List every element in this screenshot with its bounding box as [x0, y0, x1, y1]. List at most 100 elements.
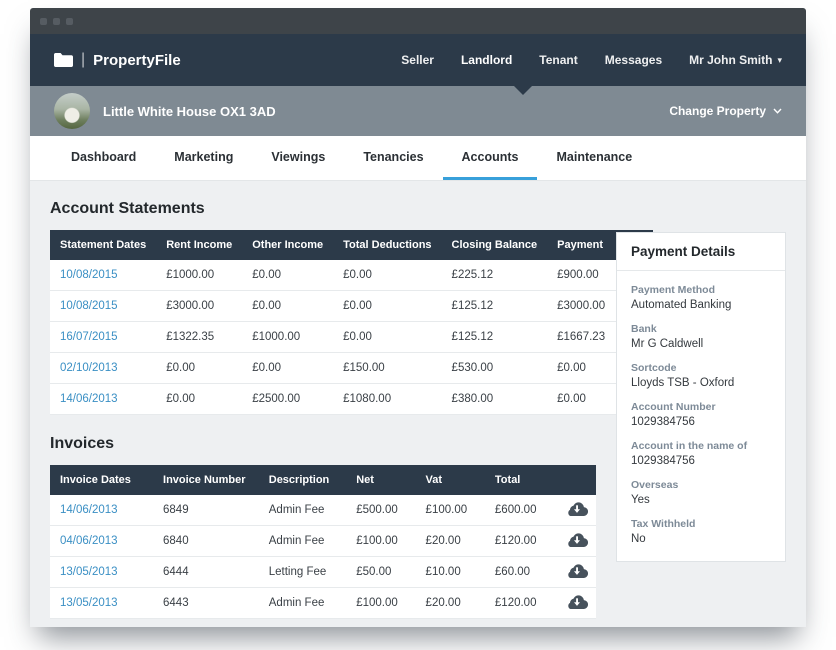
payment-field-bank: Bank Mr G Caldwell [631, 323, 771, 350]
browser-titlebar [30, 8, 806, 34]
nav-item-seller[interactable]: Seller [401, 53, 434, 67]
property-avatar [54, 93, 90, 129]
nav-item-label: Tenant [539, 53, 577, 67]
window-dot-icon [40, 18, 47, 25]
table-cell: £1322.35 [156, 322, 242, 353]
table-cell: £125.12 [442, 291, 548, 322]
field-value: 1029384756 [631, 416, 771, 428]
table-cell: £0.00 [547, 353, 615, 384]
column-header-total: Total [485, 465, 558, 495]
window-dot-icon [66, 18, 73, 25]
actions-cell [558, 557, 596, 588]
table-row: 04/06/20136840Admin Fee£100.00£20.00£120… [50, 526, 596, 557]
table-cell: £380.00 [442, 384, 548, 415]
tab-bar: DashboardMarketingViewingsTenanciesAccou… [30, 136, 806, 181]
actions-cell [558, 495, 596, 526]
tab-tenancies[interactable]: Tenancies [344, 136, 442, 180]
actions-cell [558, 588, 596, 619]
field-value: Lloyds TSB - Oxford [631, 377, 771, 389]
date-link[interactable]: 13/05/2013 [60, 597, 118, 609]
nav-item-label: Landlord [461, 53, 512, 67]
tab-marketing[interactable]: Marketing [155, 136, 252, 180]
payment-field-tax-withheld: Tax WithheldNo [631, 518, 771, 545]
field-value: Mr G Caldwell [631, 338, 771, 350]
table-cell: £50.00 [346, 557, 415, 588]
nav-item-messages[interactable]: Messages [605, 53, 662, 67]
payment-details-panel: Payment Details Payment MethodAutomated … [616, 232, 786, 562]
table-cell: 13/05/2013 [50, 588, 153, 619]
accounts-column: Account Statements Statement DatesRent I… [50, 199, 596, 619]
table-cell: £100.00 [346, 526, 415, 557]
table-cell: 10/08/2015 [50, 260, 156, 291]
table-cell: £1000.00 [242, 322, 333, 353]
payment-field-payment-method: Payment MethodAutomated Banking [631, 284, 771, 311]
table-cell: 6444 [153, 557, 259, 588]
field-label: Tax Withheld [631, 518, 771, 530]
cloud-download-icon[interactable] [566, 532, 588, 547]
table-cell: 13/05/2013 [50, 557, 153, 588]
nav-item-label: Messages [605, 53, 662, 67]
table-cell: £225.12 [442, 260, 548, 291]
main-content: Account Statements Statement DatesRent I… [30, 181, 806, 627]
column-header-statement-dates: Statement Dates [50, 230, 156, 260]
field-label: Account Number [631, 401, 771, 413]
field-label: Bank [631, 323, 771, 335]
app-header: | PropertyFile SellerLandlordTenantMessa… [30, 34, 806, 86]
logo-divider: | [81, 51, 85, 69]
chevron-down-icon: ▾ [777, 56, 782, 65]
column-header-actions [558, 465, 596, 495]
table-cell: £1667.23 [547, 322, 615, 353]
nav-item-mr-john-smith[interactable]: Mr John Smith▾ [689, 53, 782, 67]
column-header-total-deductions: Total Deductions [333, 230, 441, 260]
table-cell: £0.00 [156, 353, 242, 384]
date-link[interactable]: 04/06/2013 [60, 535, 118, 547]
table-row: 14/06/20136849Admin Fee£500.00£100.00£60… [50, 495, 596, 526]
top-nav: Seller Landlord Tenant Messages Mr John Smit… [401, 53, 782, 67]
table-cell: Admin Fee [259, 588, 346, 619]
column-header-invoice-number: Invoice Number [153, 465, 259, 495]
date-link[interactable]: 10/08/2015 [60, 300, 118, 312]
table-cell: £0.00 [333, 291, 441, 322]
table-cell: £120.00 [485, 526, 558, 557]
tab-viewings[interactable]: Viewings [252, 136, 344, 180]
column-header-other-income: Other Income [242, 230, 333, 260]
table-cell: 6443 [153, 588, 259, 619]
table-cell: £120.00 [485, 588, 558, 619]
active-nav-pointer [514, 86, 532, 95]
table-row: 10/08/2015£1000.00£0.00£0.00£225.12£900.… [50, 260, 653, 291]
field-value: Yes [631, 494, 771, 506]
nav-item-label: Seller [401, 53, 434, 67]
table-cell: £0.00 [333, 322, 441, 353]
table-cell: £900.00 [547, 260, 615, 291]
table-row: 13/05/20136444Letting Fee£50.00£10.00£60… [50, 557, 596, 588]
date-link[interactable]: 10/08/2015 [60, 269, 118, 281]
date-link[interactable]: 13/05/2013 [60, 566, 118, 578]
column-header-vat: Vat [416, 465, 485, 495]
table-cell: £0.00 [333, 260, 441, 291]
date-link[interactable]: 14/06/2013 [60, 504, 118, 516]
column-header-closing-balance: Closing Balance [442, 230, 548, 260]
nav-item-landlord[interactable]: Landlord [461, 53, 512, 67]
cloud-download-icon[interactable] [566, 501, 588, 516]
tab-dashboard[interactable]: Dashboard [52, 136, 155, 180]
date-link[interactable]: 16/07/2015 [60, 331, 118, 343]
cloud-download-icon[interactable] [566, 594, 588, 609]
change-property-button[interactable]: Change Property [669, 104, 782, 118]
table-row: 02/10/2013£0.00£0.00£150.00£530.00£0.00 [50, 353, 653, 384]
table-cell: 02/10/2013 [50, 353, 156, 384]
table-cell: £60.00 [485, 557, 558, 588]
nav-item-tenant[interactable]: Tenant [539, 53, 577, 67]
table-cell: £0.00 [242, 353, 333, 384]
window-dot-icon [53, 18, 60, 25]
table-cell: £20.00 [416, 526, 485, 557]
actions-cell [558, 526, 596, 557]
table-cell: £20.00 [416, 588, 485, 619]
field-value: 1029384756 [631, 455, 771, 467]
tab-accounts[interactable]: Accounts [443, 136, 538, 180]
date-link[interactable]: 02/10/2013 [60, 362, 118, 374]
table-cell: 6849 [153, 495, 259, 526]
date-link[interactable]: 14/06/2013 [60, 393, 118, 405]
tab-maintenance[interactable]: Maintenance [537, 136, 651, 180]
cloud-download-icon[interactable] [566, 563, 588, 578]
payment-field-account-in-the-name-of: Account in the name of1029384756 [631, 440, 771, 467]
